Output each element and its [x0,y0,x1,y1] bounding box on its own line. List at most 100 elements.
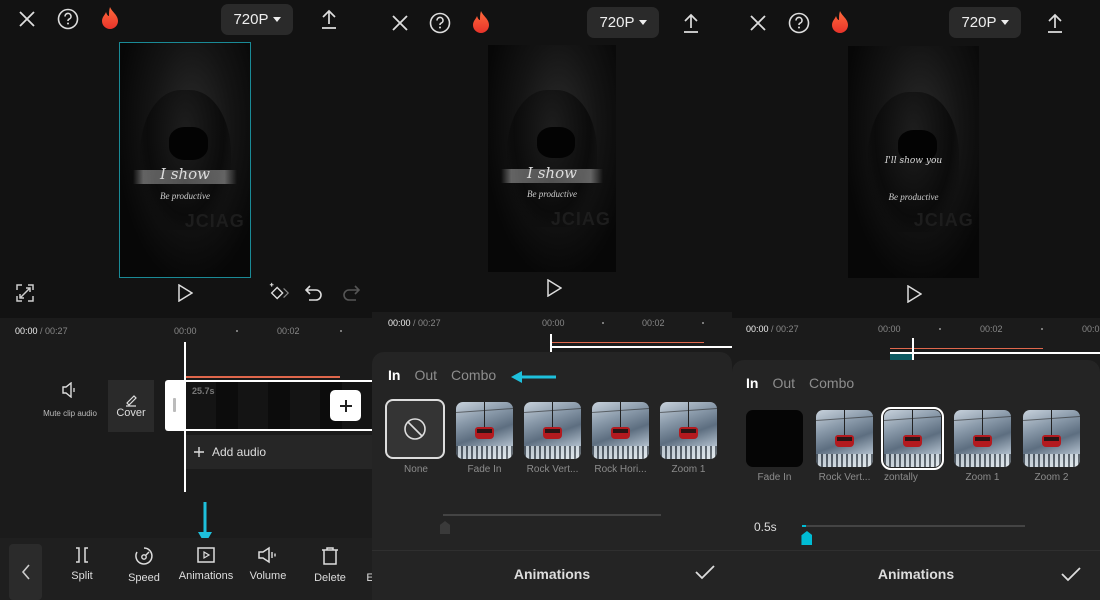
toolbar-label: Split [71,570,93,582]
animation-thumbnail [592,402,649,459]
editor-panel-1: 720P I show Be productive JCIAG 00:00 / … [0,0,372,600]
chevron-left-icon [21,564,30,580]
time-tick: 00:02 [980,324,1003,334]
animation-option[interactable]: Zoom 1 [660,402,717,475]
resolution-dropdown[interactable]: 720P [221,4,293,35]
animation-option-label: Rock Vert... [818,472,871,483]
tab-in[interactable]: In [388,367,400,383]
current-time: 00:00 [15,326,38,336]
back-button[interactable] [9,544,42,600]
animation-option-none[interactable]: None [385,399,447,475]
confirm-check-icon[interactable] [694,563,716,586]
confirm-check-icon[interactable] [1060,565,1082,588]
help-icon[interactable] [429,12,451,34]
tick-dot [939,328,941,330]
animation-option[interactable]: Rock Hori... [592,402,649,475]
animation-option[interactable]: Rock Vert... [524,402,581,475]
clip-trim-line [552,342,704,343]
help-icon[interactable] [57,8,79,30]
playhead[interactable] [184,342,186,492]
playhead[interactable] [550,334,552,354]
toolbar-volume[interactable]: Volume [238,546,298,582]
resolution-dropdown[interactable]: 720P [949,7,1021,38]
sheet-title: Animations [513,566,591,582]
tab-in[interactable]: In [746,375,758,391]
keyframe-icon[interactable] [268,282,290,304]
time-tick: 00:02 [277,326,300,336]
plus-icon [339,399,352,412]
play-icon[interactable] [175,283,195,303]
duration-slider-track[interactable] [443,514,661,516]
animation-option[interactable]: Rock Vert... [816,410,873,483]
redo-icon[interactable] [341,283,361,303]
animations-sheet: In Out Combo None Fade In Rock Vert... R… [372,352,732,600]
preview-watermark: JCIAG [913,210,974,230]
play-icon[interactable] [904,284,924,304]
resolution-value: 720P [599,14,635,31]
tick-dot [602,322,604,324]
toolbar-split[interactable]: Split [52,546,112,582]
play-icon[interactable] [544,278,564,298]
undo-icon[interactable] [304,283,324,303]
tab-combo[interactable]: Combo [809,375,854,391]
current-time: 00:00 [746,324,769,334]
animation-option-label: Zoom 2 [1034,472,1069,483]
close-icon[interactable] [389,12,411,34]
tab-out[interactable]: Out [772,375,795,391]
animation-tabs: In Out Combo [746,375,854,391]
flame-icon[interactable] [99,6,121,30]
cover-label: Cover [116,407,146,419]
toolbar-animations[interactable]: Animations [176,546,236,582]
toolbar-label: Animations [178,570,234,582]
toolbar-label: Speed [128,572,160,584]
duration-slider-track[interactable] [801,525,1025,545]
resolution-dropdown[interactable]: 720P [587,7,659,38]
cover-button[interactable]: Cover [108,380,154,432]
close-icon[interactable] [747,12,769,34]
time-tick: 00:00 [878,324,901,334]
tab-out[interactable]: Out [414,367,437,383]
flame-icon[interactable] [470,10,492,34]
resolution-value: 720P [233,11,269,28]
close-icon[interactable] [16,8,38,30]
animation-option-selected[interactable]: zontally [881,407,944,483]
animation-option[interactable]: Fade In [746,410,803,483]
timeline[interactable]: 00:00 / 00:27 00:00 00:02 Mute clip audi… [0,318,372,538]
flame-icon[interactable] [829,10,851,34]
bottom-toolbar: Split Speed Animations Volume Delete E [0,538,372,600]
animation-option[interactable]: Fade In [456,402,513,475]
duration-slider-handle[interactable] [801,531,813,545]
video-preview[interactable]: I show Be productive JCIAG [488,45,616,272]
animations-sheet: In Out Combo Fade In Rock Vert... zontal… [732,360,1100,600]
time-tick: 00:0 [1082,324,1100,334]
animation-option-label: zontally [884,472,918,483]
toolbar-speed[interactable]: Speed [114,546,174,584]
upload-icon[interactable] [318,8,340,30]
animation-option[interactable]: Zoom 1 [954,410,1011,483]
add-clip-button[interactable] [330,390,361,421]
preview-title-text: I show [160,165,210,183]
help-icon[interactable] [788,12,810,34]
animation-option[interactable]: Zoom 2 [1023,410,1080,483]
video-preview[interactable]: I show Be productive JCIAG [119,42,251,278]
annotation-arrow-left [511,371,556,383]
animation-thumbnail [524,402,581,459]
preview-title-text: I show [527,164,577,182]
split-icon [76,547,88,563]
fullscreen-icon[interactable] [15,283,35,303]
time-tick: 00:00 [542,318,565,328]
mute-clip-audio-button[interactable]: Mute clip audio [40,381,100,418]
animation-thumbnail [881,407,944,470]
plus-icon [194,447,204,457]
add-audio-button[interactable]: Add audio [186,435,372,469]
video-preview[interactable]: I'll show you Be productive JCIAG [848,46,979,278]
tick-dot [236,330,238,332]
preview-title-text: I'll show you [884,156,943,166]
tab-combo[interactable]: Combo [451,367,496,383]
resolution-value: 720P [961,14,997,31]
upload-icon[interactable] [1044,12,1066,34]
upload-icon[interactable] [680,12,702,34]
preview-subtitle-text: Be productive [888,192,939,202]
top-bar: 720P [732,0,1100,40]
toolbar-more[interactable]: E [340,546,372,584]
